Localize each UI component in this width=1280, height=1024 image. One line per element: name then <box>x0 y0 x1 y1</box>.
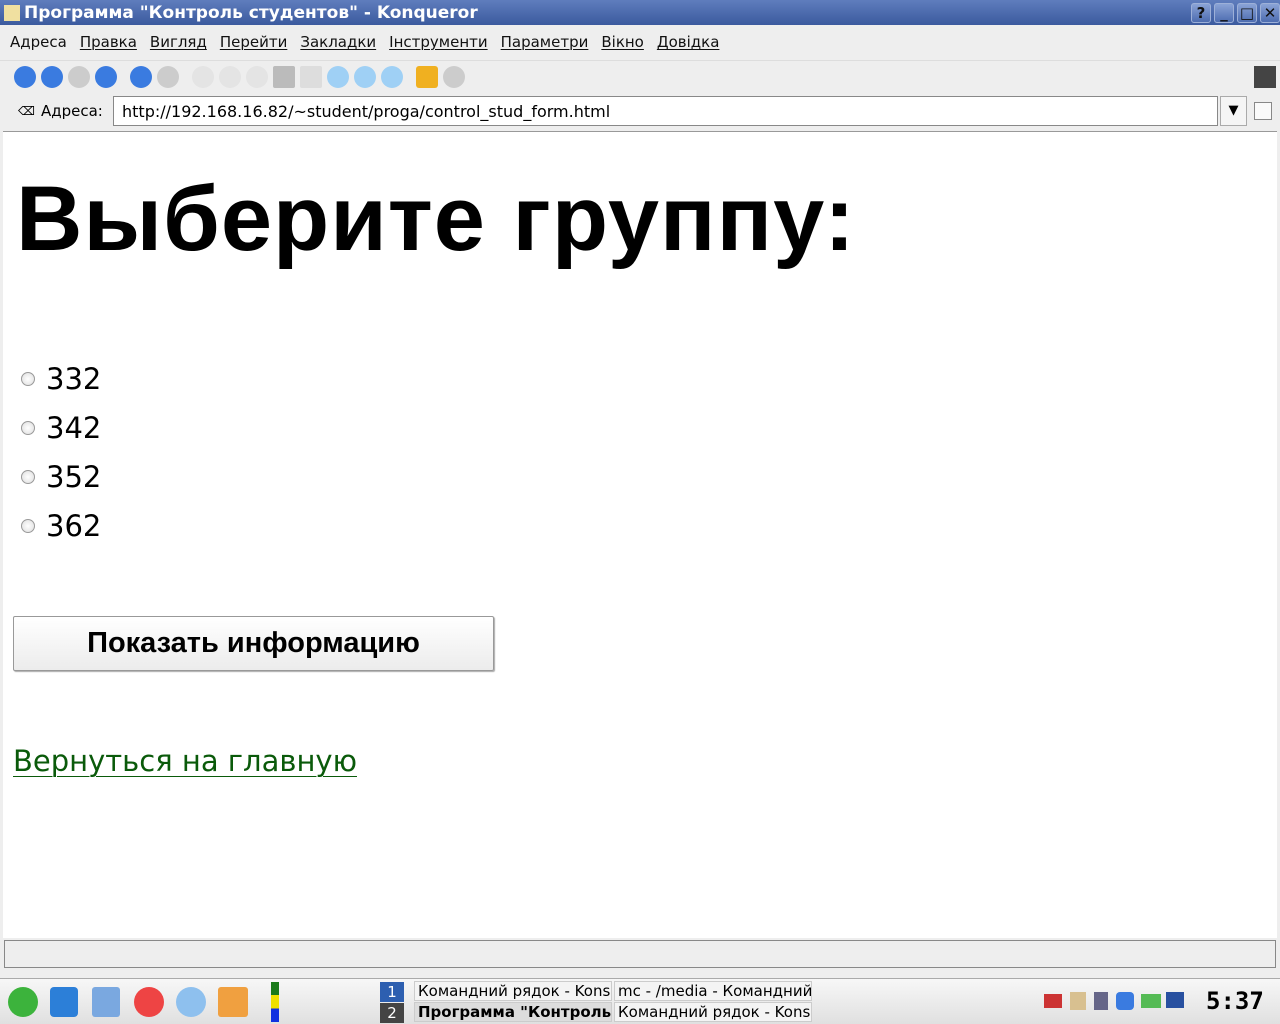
show-info-button[interactable]: Показать информацию <box>13 616 494 671</box>
menu-help[interactable]: Довідка <box>657 33 720 51</box>
reload-icon[interactable] <box>130 65 152 88</box>
konqueror-icon <box>4 4 20 21</box>
menu-bar: Адреса Правка Вигляд Перейти Закладки Ін… <box>0 28 1280 56</box>
stop-icon[interactable] <box>157 65 179 88</box>
taskbar: 1 2 Командний рядок - Konsole mc - /medi… <box>0 978 1280 1024</box>
konqueror-launcher-icon[interactable] <box>92 987 120 1017</box>
task-button[interactable]: Командний рядок - Konsole <box>614 1002 812 1022</box>
activity-icon <box>1254 65 1276 88</box>
print-icon[interactable] <box>273 65 295 88</box>
url-input[interactable]: http://192.168.16.82/~student/proga/cont… <box>113 96 1218 126</box>
menu-go[interactable]: Перейти <box>220 33 288 51</box>
clear-location-icon[interactable]: ⌫ <box>18 104 35 118</box>
network-icon[interactable] <box>1141 994 1161 1008</box>
task-button-active[interactable]: Программа "Контроль студентов" <box>414 1002 612 1022</box>
keyboard-layout-icon[interactable] <box>1044 994 1062 1008</box>
help-button[interactable]: ? <box>1191 2 1211 23</box>
desktop-1-button[interactable]: 1 <box>380 982 404 1002</box>
minimize-button[interactable]: _ <box>1214 2 1234 23</box>
menu-settings[interactable]: Параметри <box>501 33 589 51</box>
home-folder-icon[interactable] <box>50 987 78 1017</box>
menu-location[interactable]: Адреса <box>10 33 67 51</box>
status-bar <box>4 940 1276 968</box>
clock[interactable]: 5:37 <box>1206 987 1264 1015</box>
group-option[interactable]: 362 <box>21 509 101 543</box>
kmail-icon[interactable] <box>176 987 206 1017</box>
lock-icon[interactable] <box>416 65 438 88</box>
info-icon[interactable] <box>1116 992 1134 1010</box>
k-menu-icon[interactable] <box>8 987 38 1017</box>
task-button[interactable]: Командний рядок - Konsole <box>414 981 612 1001</box>
cpu-monitor <box>271 982 279 1022</box>
paste-icon[interactable] <box>246 65 268 88</box>
help-launcher-icon[interactable] <box>134 987 164 1017</box>
copy-icon[interactable] <box>219 65 241 88</box>
download-icon[interactable] <box>443 65 465 88</box>
maximize-button[interactable]: □ <box>1237 2 1257 23</box>
forward-icon[interactable] <box>68 65 90 88</box>
page-content: Выберите группу: 332 342 352 362 Показат… <box>3 131 1277 938</box>
group-option[interactable]: 332 <box>21 362 101 396</box>
group-option[interactable]: 352 <box>21 460 101 494</box>
toolbar <box>0 60 1280 92</box>
menu-bookmarks[interactable]: Закладки <box>300 33 376 51</box>
back-icon[interactable] <box>41 65 63 88</box>
task-button[interactable]: mc - /media - Командний рядок <box>614 981 812 1001</box>
url-text: http://192.168.16.82/~student/proga/cont… <box>122 101 611 121</box>
volume-icon[interactable] <box>1094 992 1108 1010</box>
menu-edit[interactable]: Правка <box>80 33 137 51</box>
menu-tools[interactable]: Інструменти <box>389 33 487 51</box>
group-radio[interactable] <box>21 470 35 484</box>
up-icon[interactable] <box>14 65 36 88</box>
location-bar: ⌫ Адреса: http://192.168.16.82/~student/… <box>0 94 1280 128</box>
zoom-out-icon[interactable] <box>381 65 403 88</box>
close-button[interactable]: ✕ <box>1260 2 1280 23</box>
display-icon[interactable] <box>1166 992 1184 1008</box>
group-radio[interactable] <box>21 421 35 435</box>
office-icon[interactable] <box>218 987 248 1017</box>
home-icon[interactable] <box>95 65 117 88</box>
url-history-dropdown[interactable]: ▼ <box>1220 96 1247 126</box>
print-frame-icon[interactable] <box>300 65 322 88</box>
zoom-in-icon[interactable] <box>354 65 376 88</box>
title-bar: Программа "Контроль студентов" - Konquer… <box>0 0 1280 25</box>
zoom-icon[interactable] <box>327 65 349 88</box>
go-icon[interactable] <box>1254 102 1272 120</box>
address-label: Адреса: <box>40 102 103 120</box>
window-title: Программа "Контроль студентов" - Konquer… <box>24 2 478 23</box>
back-home-link[interactable]: Вернуться на главную <box>13 744 357 778</box>
klipper-icon[interactable] <box>1070 992 1086 1010</box>
page-heading: Выберите группу: <box>16 168 856 270</box>
group-radio[interactable] <box>21 519 35 533</box>
desktop-2-button[interactable]: 2 <box>380 1003 404 1023</box>
group-option[interactable]: 342 <box>21 411 101 445</box>
group-radio[interactable] <box>21 372 35 386</box>
menu-window[interactable]: Вікно <box>601 33 644 51</box>
menu-view[interactable]: Вигляд <box>150 33 207 51</box>
cut-icon[interactable] <box>192 65 214 88</box>
